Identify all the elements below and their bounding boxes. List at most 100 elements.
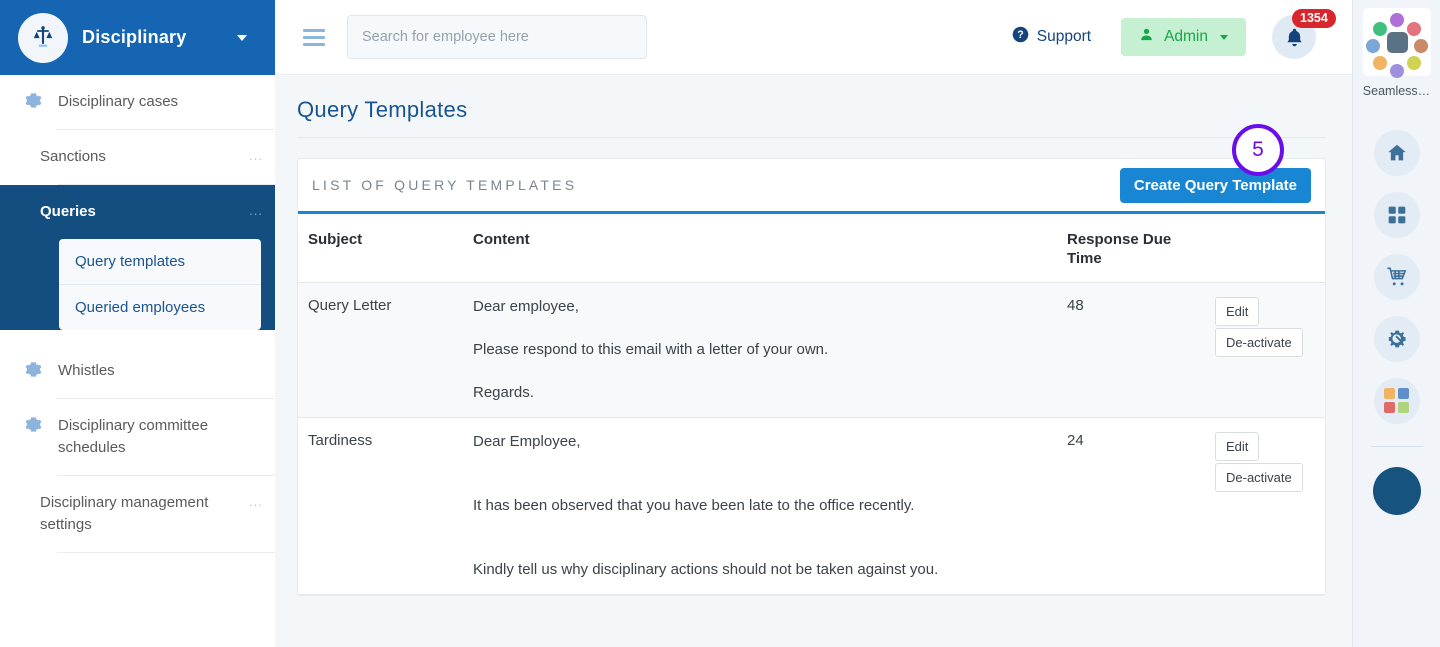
support-link[interactable]: ? Support: [1012, 26, 1091, 48]
chat-fab-button[interactable]: [1372, 467, 1421, 515]
row-actions: Edit De-activate: [1215, 432, 1315, 492]
submenu-item-label: Query templates: [75, 253, 186, 270]
table-header-row: Subject Content Response Due Time: [298, 214, 1325, 283]
sidebar-group-disciplinary-cases: Disciplinary cases: [0, 75, 275, 130]
svg-text:?: ?: [1017, 29, 1023, 41]
seamless-logo[interactable]: [1362, 8, 1431, 78]
content-line: It has been observed that you have been …: [473, 497, 915, 514]
sidebar-group-sanctions: Sanctions ...: [0, 130, 275, 185]
content-line: Kindly tell us why disciplinary actions …: [473, 561, 939, 578]
chevron-down-icon: [1220, 34, 1228, 40]
content-line: Regards.: [473, 384, 534, 401]
logo-dot-brown: [1413, 39, 1428, 53]
deactivate-button[interactable]: De-activate: [1215, 328, 1303, 357]
shopping-cart-icon[interactable]: [1373, 254, 1420, 300]
annotation-badge-5: 5: [1232, 124, 1284, 176]
notifications[interactable]: 1354: [1272, 9, 1336, 59]
brand-header[interactable]: Disciplinary: [0, 0, 275, 75]
logo-dot-blue: [1365, 39, 1380, 53]
edit-button[interactable]: Edit: [1215, 297, 1260, 326]
sidebar-item-dots: ...: [249, 203, 263, 218]
column-header-subject: Subject: [298, 214, 463, 283]
column-header-actions: [1205, 214, 1325, 283]
gear-settings-icon[interactable]: [1373, 316, 1420, 362]
brand-name: Disciplinary: [82, 27, 187, 47]
sidebar-item-label: Disciplinary cases: [58, 93, 179, 110]
logo-dot-purple: [1389, 13, 1404, 27]
user-icon: [1139, 27, 1154, 47]
hamburger-icon[interactable]: [303, 28, 325, 46]
admin-label: Admin: [1164, 28, 1208, 45]
gear-icon: [18, 361, 48, 378]
left-sidebar: Disciplinary Disciplinary cases Sanction…: [0, 0, 275, 647]
sidebar-item-disciplinary-committee-schedules[interactable]: Disciplinary committee schedules: [0, 399, 275, 475]
question-circle-icon: ?: [1012, 26, 1029, 48]
sidebar-group-queries: Queries ... Query templates Queried empl…: [0, 185, 275, 330]
sidebar-item-whistles[interactable]: Whistles: [0, 344, 275, 398]
chevron-down-icon[interactable]: [237, 34, 247, 41]
cell-response-due-time: 24: [1057, 417, 1205, 595]
support-label: Support: [1036, 28, 1092, 45]
grid-apps-icon[interactable]: [1373, 192, 1420, 238]
logo-dot-violet: [1389, 64, 1404, 78]
row-actions: Edit De-activate: [1215, 297, 1315, 357]
logo-dot-red: [1406, 22, 1421, 36]
sidebar-item-queried-employees[interactable]: Queried employees: [59, 284, 261, 330]
table-header: Subject Content Response Due Time: [298, 214, 1325, 283]
card-header: LIST OF QUERY TEMPLATES Create Query Tem…: [298, 159, 1325, 214]
logo-dot-yellow: [1406, 56, 1421, 70]
sidebar-item-label: Queries: [40, 203, 96, 220]
seamless-caption: Seamless…: [1362, 84, 1431, 98]
scales-of-justice-icon: [18, 12, 68, 63]
top-bar: ? Support Admin 1354: [275, 0, 1352, 75]
search-input[interactable]: [347, 15, 647, 59]
column-header-response-due-time: Response Due Time: [1057, 214, 1205, 283]
content-area: Query Templates LIST OF QUERY TEMPLATES …: [275, 75, 1352, 647]
cell-content: Dear Employee, It has been observed that…: [463, 417, 1057, 595]
sidebar-item-query-templates[interactable]: Query templates: [59, 239, 261, 284]
admin-button[interactable]: Admin: [1121, 18, 1246, 56]
logo-center-tile: [1386, 32, 1408, 53]
gear-icon: [18, 92, 48, 109]
cell-response-due-time: 48: [1057, 282, 1205, 418]
sidebar-submenu-queries: Query templates Queried employees: [59, 239, 261, 330]
sidebar-item-disciplinary-cases[interactable]: Disciplinary cases: [0, 75, 275, 129]
edit-button[interactable]: Edit: [1215, 432, 1260, 461]
square-red: [1383, 402, 1395, 413]
cell-subject: Query Letter: [298, 282, 463, 418]
content-line: Dear Employee,: [473, 433, 581, 450]
card-header-title: LIST OF QUERY TEMPLATES: [312, 177, 578, 193]
logo-dot-orange: [1372, 56, 1387, 70]
query-templates-table: Subject Content Response Due Time Query …: [298, 214, 1325, 595]
table-row: Tardiness Dear Employee, It has been obs…: [298, 417, 1325, 595]
sidebar-item-label: Sanctions: [40, 148, 106, 165]
main-area: ? Support Admin 1354 Query Templates: [275, 0, 1352, 647]
logo-dot-green: [1372, 22, 1387, 36]
page-title: Query Templates: [297, 75, 1326, 138]
notification-count-badge: 1354: [1292, 9, 1336, 28]
sidebar-item-sanctions[interactable]: Sanctions ...: [0, 130, 275, 184]
sidebar-item-label: Disciplinary management settings: [40, 494, 209, 533]
sidebar-group-whistles: Whistles: [0, 344, 275, 399]
gear-icon: [18, 416, 48, 433]
sidebar-item-dots: ...: [249, 494, 263, 509]
sidebar-item-label: Disciplinary committee schedules: [58, 417, 209, 456]
create-query-template-button[interactable]: Create Query Template: [1119, 167, 1311, 203]
content-line: Please respond to this email with a lett…: [473, 341, 829, 358]
cell-subject: Tardiness: [298, 417, 463, 595]
deactivate-button[interactable]: De-activate: [1215, 463, 1303, 492]
cell-content: Dear employee, Please respond to this em…: [463, 282, 1057, 418]
home-icon[interactable]: [1373, 130, 1420, 176]
color-squares-icon[interactable]: [1373, 378, 1420, 424]
sidebar-item-label: Whistles: [58, 362, 115, 379]
square-orange: [1383, 388, 1395, 399]
query-templates-card: LIST OF QUERY TEMPLATES Create Query Tem…: [297, 158, 1326, 596]
cell-actions: Edit De-activate: [1205, 282, 1325, 418]
sidebar-item-queries[interactable]: Queries ...: [0, 185, 275, 239]
sidebar-group-management-settings: Disciplinary management settings ...: [0, 476, 275, 553]
app-root: Disciplinary Disciplinary cases Sanction…: [0, 0, 1440, 647]
right-rail: Seamless…: [1352, 0, 1440, 647]
submenu-item-label: Queried employees: [75, 299, 206, 316]
rail-divider: [1370, 446, 1423, 447]
sidebar-item-disciplinary-management-settings[interactable]: Disciplinary management settings ...: [0, 476, 275, 552]
